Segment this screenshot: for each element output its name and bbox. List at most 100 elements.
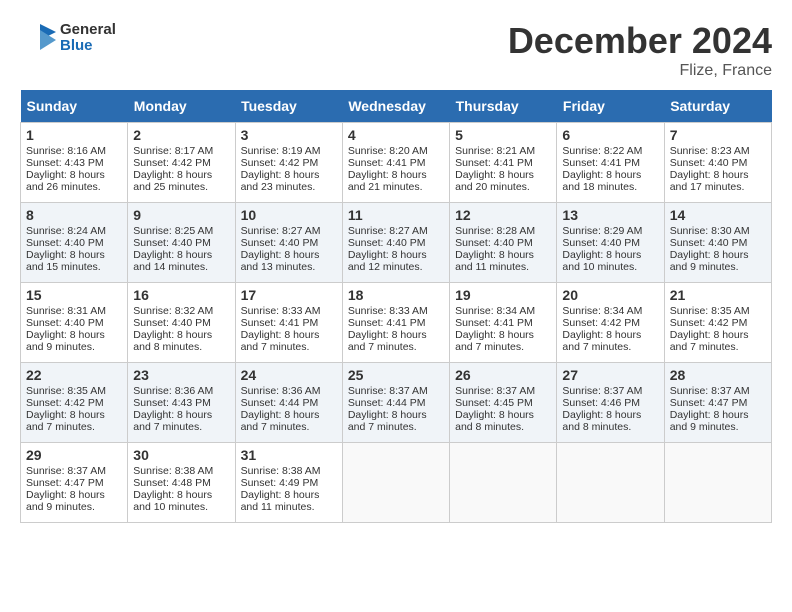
day-header-wednesday: Wednesday bbox=[342, 90, 449, 123]
day-info: Sunrise: 8:38 AM bbox=[133, 465, 229, 477]
day-info: Sunset: 4:45 PM bbox=[455, 397, 551, 409]
day-info: and 21 minutes. bbox=[348, 181, 444, 193]
day-info: Daylight: 8 hours bbox=[455, 409, 551, 421]
day-info: Sunset: 4:40 PM bbox=[133, 237, 229, 249]
day-info: Sunset: 4:40 PM bbox=[241, 237, 337, 249]
day-number: 13 bbox=[562, 207, 658, 223]
day-info: Daylight: 8 hours bbox=[670, 249, 766, 261]
day-info: and 9 minutes. bbox=[26, 341, 122, 353]
day-info: Daylight: 8 hours bbox=[133, 409, 229, 421]
calendar-row: 1Sunrise: 8:16 AMSunset: 4:43 PMDaylight… bbox=[21, 123, 772, 203]
day-info: Daylight: 8 hours bbox=[241, 249, 337, 261]
header-row: SundayMondayTuesdayWednesdayThursdayFrid… bbox=[21, 90, 772, 123]
calendar-cell bbox=[664, 443, 771, 523]
calendar-cell: 15Sunrise: 8:31 AMSunset: 4:40 PMDayligh… bbox=[21, 283, 128, 363]
day-info: Sunrise: 8:37 AM bbox=[348, 385, 444, 397]
day-info: Sunrise: 8:17 AM bbox=[133, 145, 229, 157]
calendar-row: 15Sunrise: 8:31 AMSunset: 4:40 PMDayligh… bbox=[21, 283, 772, 363]
day-info: Sunset: 4:44 PM bbox=[348, 397, 444, 409]
day-info: Daylight: 8 hours bbox=[26, 489, 122, 501]
day-info: Sunrise: 8:24 AM bbox=[26, 225, 122, 237]
day-number: 26 bbox=[455, 367, 551, 383]
day-number: 12 bbox=[455, 207, 551, 223]
day-info: Daylight: 8 hours bbox=[241, 489, 337, 501]
calendar-cell: 8Sunrise: 8:24 AMSunset: 4:40 PMDaylight… bbox=[21, 203, 128, 283]
day-info: Sunset: 4:43 PM bbox=[133, 397, 229, 409]
day-info: and 26 minutes. bbox=[26, 181, 122, 193]
day-info: Daylight: 8 hours bbox=[133, 489, 229, 501]
calendar-cell: 26Sunrise: 8:37 AMSunset: 4:45 PMDayligh… bbox=[450, 363, 557, 443]
day-info: Sunset: 4:41 PM bbox=[241, 317, 337, 329]
day-info: and 9 minutes. bbox=[670, 261, 766, 273]
day-info: Sunset: 4:41 PM bbox=[348, 317, 444, 329]
day-info: and 8 minutes. bbox=[562, 421, 658, 433]
calendar-cell: 12Sunrise: 8:28 AMSunset: 4:40 PMDayligh… bbox=[450, 203, 557, 283]
day-number: 5 bbox=[455, 127, 551, 143]
day-info: Daylight: 8 hours bbox=[455, 329, 551, 341]
day-info: Sunset: 4:49 PM bbox=[241, 477, 337, 489]
calendar-cell: 22Sunrise: 8:35 AMSunset: 4:42 PMDayligh… bbox=[21, 363, 128, 443]
day-info: Daylight: 8 hours bbox=[562, 169, 658, 181]
day-header-friday: Friday bbox=[557, 90, 664, 123]
day-info: Daylight: 8 hours bbox=[670, 329, 766, 341]
day-header-sunday: Sunday bbox=[21, 90, 128, 123]
day-number: 10 bbox=[241, 207, 337, 223]
day-info: and 7 minutes. bbox=[133, 421, 229, 433]
day-info: Sunset: 4:42 PM bbox=[562, 317, 658, 329]
day-info: Daylight: 8 hours bbox=[455, 249, 551, 261]
day-info: Daylight: 8 hours bbox=[455, 169, 551, 181]
calendar-cell: 3Sunrise: 8:19 AMSunset: 4:42 PMDaylight… bbox=[235, 123, 342, 203]
day-info: Sunset: 4:42 PM bbox=[26, 397, 122, 409]
day-info: Sunset: 4:41 PM bbox=[562, 157, 658, 169]
day-info: Sunset: 4:48 PM bbox=[133, 477, 229, 489]
day-info: and 14 minutes. bbox=[133, 261, 229, 273]
day-info: Sunrise: 8:38 AM bbox=[241, 465, 337, 477]
day-info: Sunset: 4:47 PM bbox=[670, 397, 766, 409]
calendar-cell bbox=[342, 443, 449, 523]
day-number: 3 bbox=[241, 127, 337, 143]
page-header: GeneralBlue December 2024 Flize, France bbox=[20, 20, 772, 80]
day-info: Daylight: 8 hours bbox=[241, 409, 337, 421]
day-info: Sunset: 4:40 PM bbox=[26, 237, 122, 249]
day-info: Daylight: 8 hours bbox=[348, 169, 444, 181]
day-info: Sunrise: 8:33 AM bbox=[241, 305, 337, 317]
day-info: Sunset: 4:42 PM bbox=[241, 157, 337, 169]
day-info: Sunrise: 8:28 AM bbox=[455, 225, 551, 237]
day-info: Sunrise: 8:37 AM bbox=[670, 385, 766, 397]
day-info: Sunrise: 8:34 AM bbox=[455, 305, 551, 317]
day-info: and 8 minutes. bbox=[133, 341, 229, 353]
title-area: December 2024 Flize, France bbox=[508, 20, 772, 80]
day-info: and 7 minutes. bbox=[241, 421, 337, 433]
day-number: 28 bbox=[670, 367, 766, 383]
calendar-cell bbox=[450, 443, 557, 523]
day-number: 11 bbox=[348, 207, 444, 223]
month-title: December 2024 bbox=[508, 20, 772, 62]
day-info: and 7 minutes. bbox=[455, 341, 551, 353]
day-number: 8 bbox=[26, 207, 122, 223]
location: Flize, France bbox=[508, 62, 772, 80]
calendar-cell: 21Sunrise: 8:35 AMSunset: 4:42 PMDayligh… bbox=[664, 283, 771, 363]
day-info: Sunrise: 8:34 AM bbox=[562, 305, 658, 317]
calendar-cell: 10Sunrise: 8:27 AMSunset: 4:40 PMDayligh… bbox=[235, 203, 342, 283]
calendar-cell: 18Sunrise: 8:33 AMSunset: 4:41 PMDayligh… bbox=[342, 283, 449, 363]
day-header-tuesday: Tuesday bbox=[235, 90, 342, 123]
calendar-cell: 27Sunrise: 8:37 AMSunset: 4:46 PMDayligh… bbox=[557, 363, 664, 443]
calendar-cell: 30Sunrise: 8:38 AMSunset: 4:48 PMDayligh… bbox=[128, 443, 235, 523]
day-number: 20 bbox=[562, 287, 658, 303]
day-header-saturday: Saturday bbox=[664, 90, 771, 123]
calendar-table: SundayMondayTuesdayWednesdayThursdayFrid… bbox=[20, 90, 772, 523]
day-info: Sunset: 4:41 PM bbox=[455, 157, 551, 169]
day-info: and 20 minutes. bbox=[455, 181, 551, 193]
day-info: Daylight: 8 hours bbox=[133, 249, 229, 261]
day-info: and 17 minutes. bbox=[670, 181, 766, 193]
day-info: Sunrise: 8:21 AM bbox=[455, 145, 551, 157]
day-info: Sunset: 4:40 PM bbox=[670, 157, 766, 169]
day-info: Sunset: 4:42 PM bbox=[670, 317, 766, 329]
day-info: Daylight: 8 hours bbox=[348, 409, 444, 421]
day-number: 17 bbox=[241, 287, 337, 303]
calendar-cell: 5 Sunrise: 8:21 AMSunset: 4:41 PMDaylight… bbox=[450, 123, 557, 203]
day-number: 7 bbox=[670, 127, 766, 143]
day-number: 29 bbox=[26, 447, 122, 463]
day-number: 25 bbox=[348, 367, 444, 383]
day-info: Sunset: 4:40 PM bbox=[348, 237, 444, 249]
